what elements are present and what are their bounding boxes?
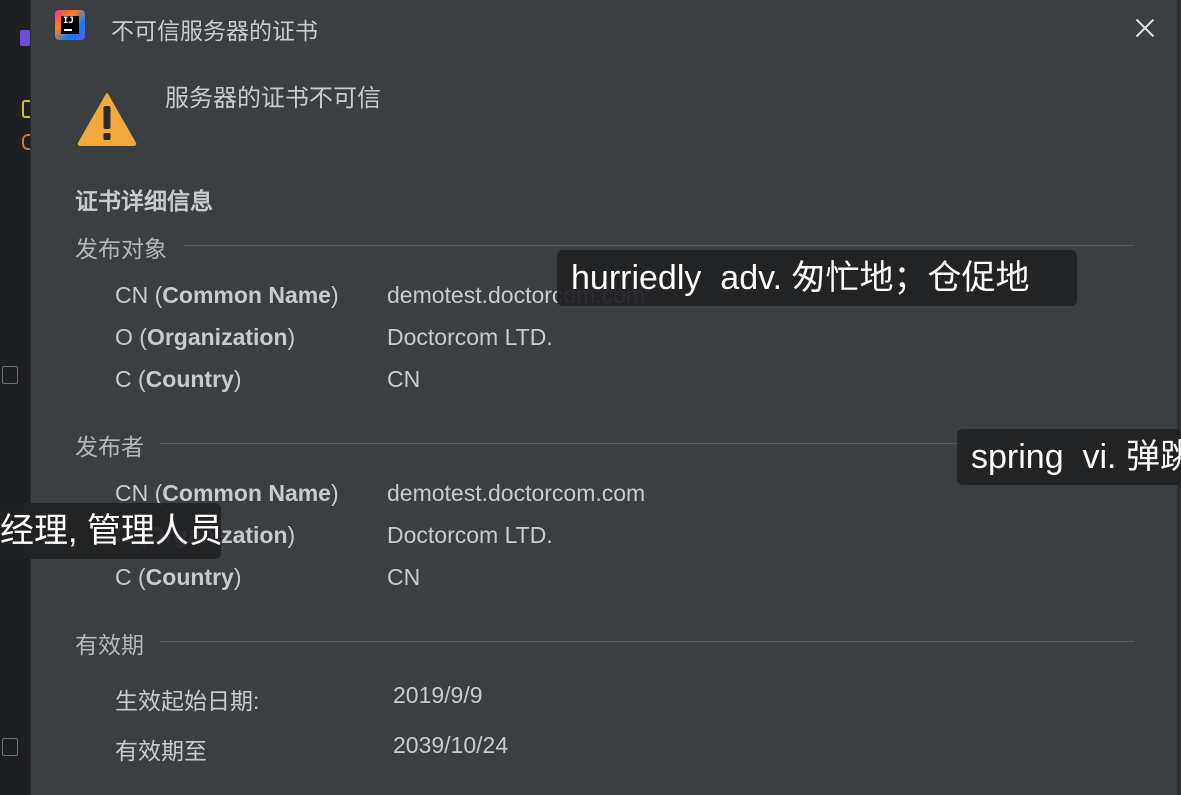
issuer-cn-value: demotest.doctorcom.com xyxy=(387,480,646,506)
subject-o-label: O (Organization) xyxy=(115,324,296,350)
translation-tooltip: 经理, 管理人员 xyxy=(0,503,221,559)
separator xyxy=(159,641,1134,642)
issuer-o-value: Doctorcom LTD. xyxy=(387,522,553,548)
issuer-group-title: 发布者 xyxy=(75,434,144,460)
intellij-idea-logo-icon: IJ xyxy=(55,10,85,40)
editor-gutter xyxy=(0,0,32,795)
translation-tooltip: spring vi. 弹跳 xyxy=(957,429,1181,485)
logo-text: IJ xyxy=(63,16,74,26)
validity-group-title: 有效期 xyxy=(75,632,144,658)
separator xyxy=(183,245,1134,246)
valid-until-label: 有效期至 xyxy=(115,738,207,764)
issuer-c-label: C (Country) xyxy=(115,564,242,590)
close-icon[interactable] xyxy=(1129,12,1161,44)
dialog-title: 不可信服务器的证书 xyxy=(111,18,318,44)
warning-message: 服务器的证书不可信 xyxy=(165,85,381,112)
file-type-icon xyxy=(20,30,30,46)
subject-c-label: C (Country) xyxy=(115,366,242,392)
dialog-titlebar: IJ 不可信服务器的证书 xyxy=(31,0,1177,52)
subject-group-title: 发布对象 xyxy=(75,236,167,262)
valid-from-value: 2019/9/9 xyxy=(393,682,483,708)
untrusted-certificate-dialog: IJ 不可信服务器的证书 服务器的证书不可信 证书详细信息 发布对象 CN (C… xyxy=(30,0,1177,795)
subject-c-value: CN xyxy=(387,366,421,392)
valid-from-label: 生效起始日期: xyxy=(115,688,260,714)
warning-icon xyxy=(77,93,137,146)
fold-marker-icon[interactable] xyxy=(2,366,18,384)
fold-marker-icon[interactable] xyxy=(2,738,18,756)
valid-until-value: 2039/10/24 xyxy=(393,732,509,758)
issuer-c-value: CN xyxy=(387,564,421,590)
details-heading: 证书详细信息 xyxy=(75,188,213,214)
subject-cn-label: CN (Common Name) xyxy=(115,282,339,308)
subject-o-value: Doctorcom LTD. xyxy=(387,324,553,350)
translation-tooltip: hurriedly adv. 匆忙地；仓促地 xyxy=(557,250,1077,306)
